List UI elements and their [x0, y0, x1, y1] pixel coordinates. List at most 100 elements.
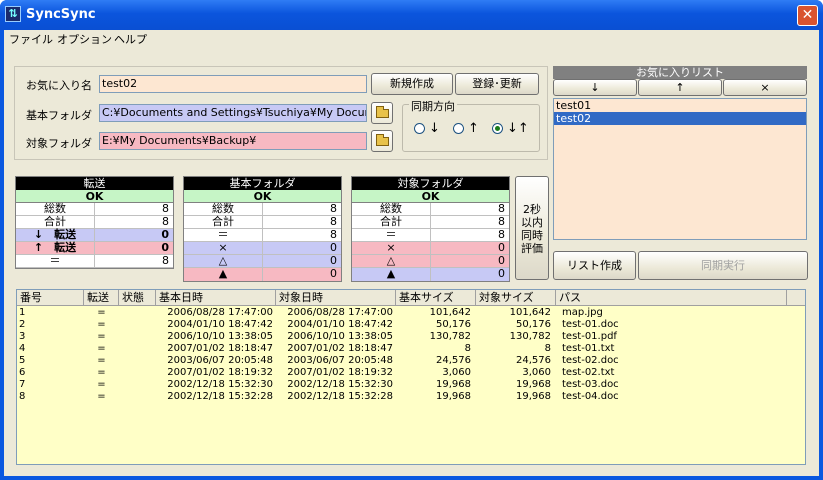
table-header: 番号 転送 状態 基本日時 対象日時 基本サイズ 対象サイズ パス — [17, 290, 805, 306]
table-cell: 130,782 — [429, 331, 471, 342]
app-window: ⇅ SyncSync ✕ ファイル オプション ヘルプ お気に入り名 test0… — [0, 0, 823, 480]
stat-row: △ 0 — [352, 255, 509, 268]
stat-value: 8 — [330, 215, 337, 228]
target-folder-input[interactable]: E:¥My Documents¥Backup¥ — [99, 132, 367, 150]
table-cell: 2004/01/10 18:47:42 — [287, 319, 393, 330]
sync-direction-title: 同期方向 — [409, 98, 457, 114]
new-button[interactable]: 新規作成 — [371, 73, 453, 95]
stat-row: △ 0 — [184, 255, 341, 268]
sync-eval-line: 2秒 — [523, 203, 541, 216]
table-cell: 3,060 — [442, 367, 471, 378]
table-row[interactable]: 4 = 2007/01/02 18:18:47 2007/01/02 18:18:47… — [17, 343, 805, 355]
stat-row: ＝ 8 — [16, 255, 173, 268]
base-folder-status: OK — [184, 190, 341, 203]
base-folder-browse-button[interactable] — [371, 102, 393, 124]
table-cell: 3 — [19, 331, 26, 342]
favorite-name-input[interactable]: test02 — [99, 75, 367, 93]
create-list-button[interactable]: リスト作成 — [553, 251, 636, 280]
table-cell: test-03.doc — [562, 379, 619, 390]
col-header-status[interactable]: 状態 — [119, 290, 156, 306]
sync-both-label: ↓↑ — [507, 121, 529, 136]
table-row[interactable]: 8 = 2002/12/18 15:32:28 2002/12/18 15:32:28… — [17, 391, 805, 403]
table-cell: 2002/12/18 15:32:30 — [167, 379, 273, 390]
folder-icon — [376, 106, 389, 118]
favorite-move-down-button[interactable]: ↓ — [553, 79, 637, 96]
favorite-move-up-button[interactable]: ↑ — [638, 79, 722, 96]
sync-down-radio[interactable] — [414, 123, 425, 134]
table-row[interactable]: 6 = 2007/01/02 18:19:32 2007/01/02 18:19:32… — [17, 367, 805, 379]
menu-file[interactable]: ファイル — [9, 31, 53, 47]
stat-key: ↑ 転送 — [16, 242, 95, 254]
sync-up-radio[interactable] — [453, 123, 464, 134]
col-header-target-size[interactable]: 対象サイズ — [476, 290, 556, 306]
col-header-base-size[interactable]: 基本サイズ — [396, 290, 476, 306]
stat-row: 合計 8 — [184, 216, 341, 229]
stat-key: × — [184, 242, 263, 254]
transfer-status: OK — [16, 190, 173, 203]
table-cell: 2004/01/10 18:47:42 — [167, 319, 273, 330]
favorites-list: test01 test02 — [553, 98, 807, 240]
target-folder-label: 対象フォルダ — [26, 137, 92, 150]
table-cell: test-04.doc — [562, 391, 619, 402]
col-header-base-date[interactable]: 基本日時 — [156, 290, 276, 306]
sync-up-label: ↑ — [468, 121, 479, 136]
favorites-list-title: お気に入りリスト — [553, 66, 807, 79]
stat-value: 8 — [162, 215, 169, 228]
target-folder-browse-button[interactable] — [371, 130, 393, 152]
stat-key: ＝ — [184, 229, 263, 241]
title-bar[interactable]: ⇅ SyncSync ✕ — [0, 0, 823, 30]
menu-bar: ファイル オプション ヘルプ — [4, 30, 819, 48]
table-row[interactable]: 7 = 2002/12/18 15:32:30 2002/12/18 15:32:30… — [17, 379, 805, 391]
base-folder-stats-title: 基本フォルダ — [184, 177, 341, 190]
stat-row: ▲ 0 — [352, 268, 509, 281]
register-update-button[interactable]: 登録･更新 — [455, 73, 539, 95]
stat-row: ＝ 8 — [352, 229, 509, 242]
stat-row: 総数 8 — [184, 203, 341, 216]
base-folder-input[interactable]: C:¥Documents and Settings¥Tsuchiya¥My Do… — [99, 104, 367, 122]
table-row[interactable]: 2 = 2004/01/10 18:47:42 2004/01/10 18:47:42… — [17, 319, 805, 331]
table-cell: 19,968 — [436, 379, 471, 390]
table-cell: 19,968 — [516, 391, 551, 402]
favorite-delete-button[interactable]: × — [723, 79, 807, 96]
menu-help[interactable]: ヘルプ — [114, 31, 147, 47]
target-folder-stats: 対象フォルダ OK 総数 8 合計 8 ＝ 8 × 0 △ 0 ▲ 0 — [351, 176, 510, 282]
table-cell: 130,782 — [509, 331, 551, 342]
execute-sync-button[interactable]: 同期実行 — [638, 251, 808, 280]
table-row[interactable]: 5 = 2003/06/07 20:05:48 2003/06/07 20:05:48… — [17, 355, 805, 367]
favorite-item-test02[interactable]: test02 — [554, 112, 806, 125]
table-cell: 2006/08/28 17:47:00 — [287, 307, 393, 318]
table-cell: = — [97, 355, 106, 366]
table-cell: 2007/01/02 18:18:47 — [287, 343, 393, 354]
stat-row: × 0 — [184, 242, 341, 255]
stat-value: 8 — [330, 228, 337, 241]
stat-row: 合計 8 — [352, 216, 509, 229]
col-header-target-date[interactable]: 対象日時 — [276, 290, 396, 306]
table-row[interactable]: 1 = 2006/08/28 17:47:00 2006/08/28 17:47:00… — [17, 307, 805, 319]
target-folder-status: OK — [352, 190, 509, 203]
table-cell: 2006/10/10 13:38:05 — [287, 331, 393, 342]
transfer-stats-title: 転送 — [16, 177, 173, 190]
col-header-path[interactable]: パス — [556, 290, 787, 306]
stat-key: × — [352, 242, 431, 254]
table-cell: map.jpg — [562, 307, 603, 318]
table-cell: 2006/10/10 13:38:05 — [167, 331, 273, 342]
col-header-transfer[interactable]: 転送 — [84, 290, 119, 306]
client-area: ファイル オプション ヘルプ お気に入り名 test02 新規作成 登録･更新 … — [4, 30, 819, 476]
col-header-number[interactable]: 番号 — [17, 290, 84, 306]
close-button[interactable]: ✕ — [797, 5, 818, 26]
table-cell: = — [97, 331, 106, 342]
stat-key: ＝ — [352, 229, 431, 241]
table-cell: 3,060 — [522, 367, 551, 378]
table-row[interactable]: 3 = 2006/10/10 13:38:05 2006/10/10 13:38:05… — [17, 331, 805, 343]
stat-value: 0 — [330, 254, 337, 267]
menu-options[interactable]: オプション — [57, 31, 112, 47]
favorite-item-test01[interactable]: test01 — [554, 99, 806, 112]
table-cell: 101,642 — [509, 307, 551, 318]
stat-value: 8 — [498, 228, 505, 241]
sync-eval-button[interactable]: 2秒 以内 同時 評価 — [515, 176, 549, 280]
stat-value: 0 — [161, 241, 169, 254]
sync-both-radio[interactable] — [492, 123, 503, 134]
base-folder-stats: 基本フォルダ OK 総数 8 合計 8 ＝ 8 × 0 △ 0 ▲ 0 — [183, 176, 342, 282]
stat-value: 0 — [498, 254, 505, 267]
stat-row: ＝ 8 — [184, 229, 341, 242]
